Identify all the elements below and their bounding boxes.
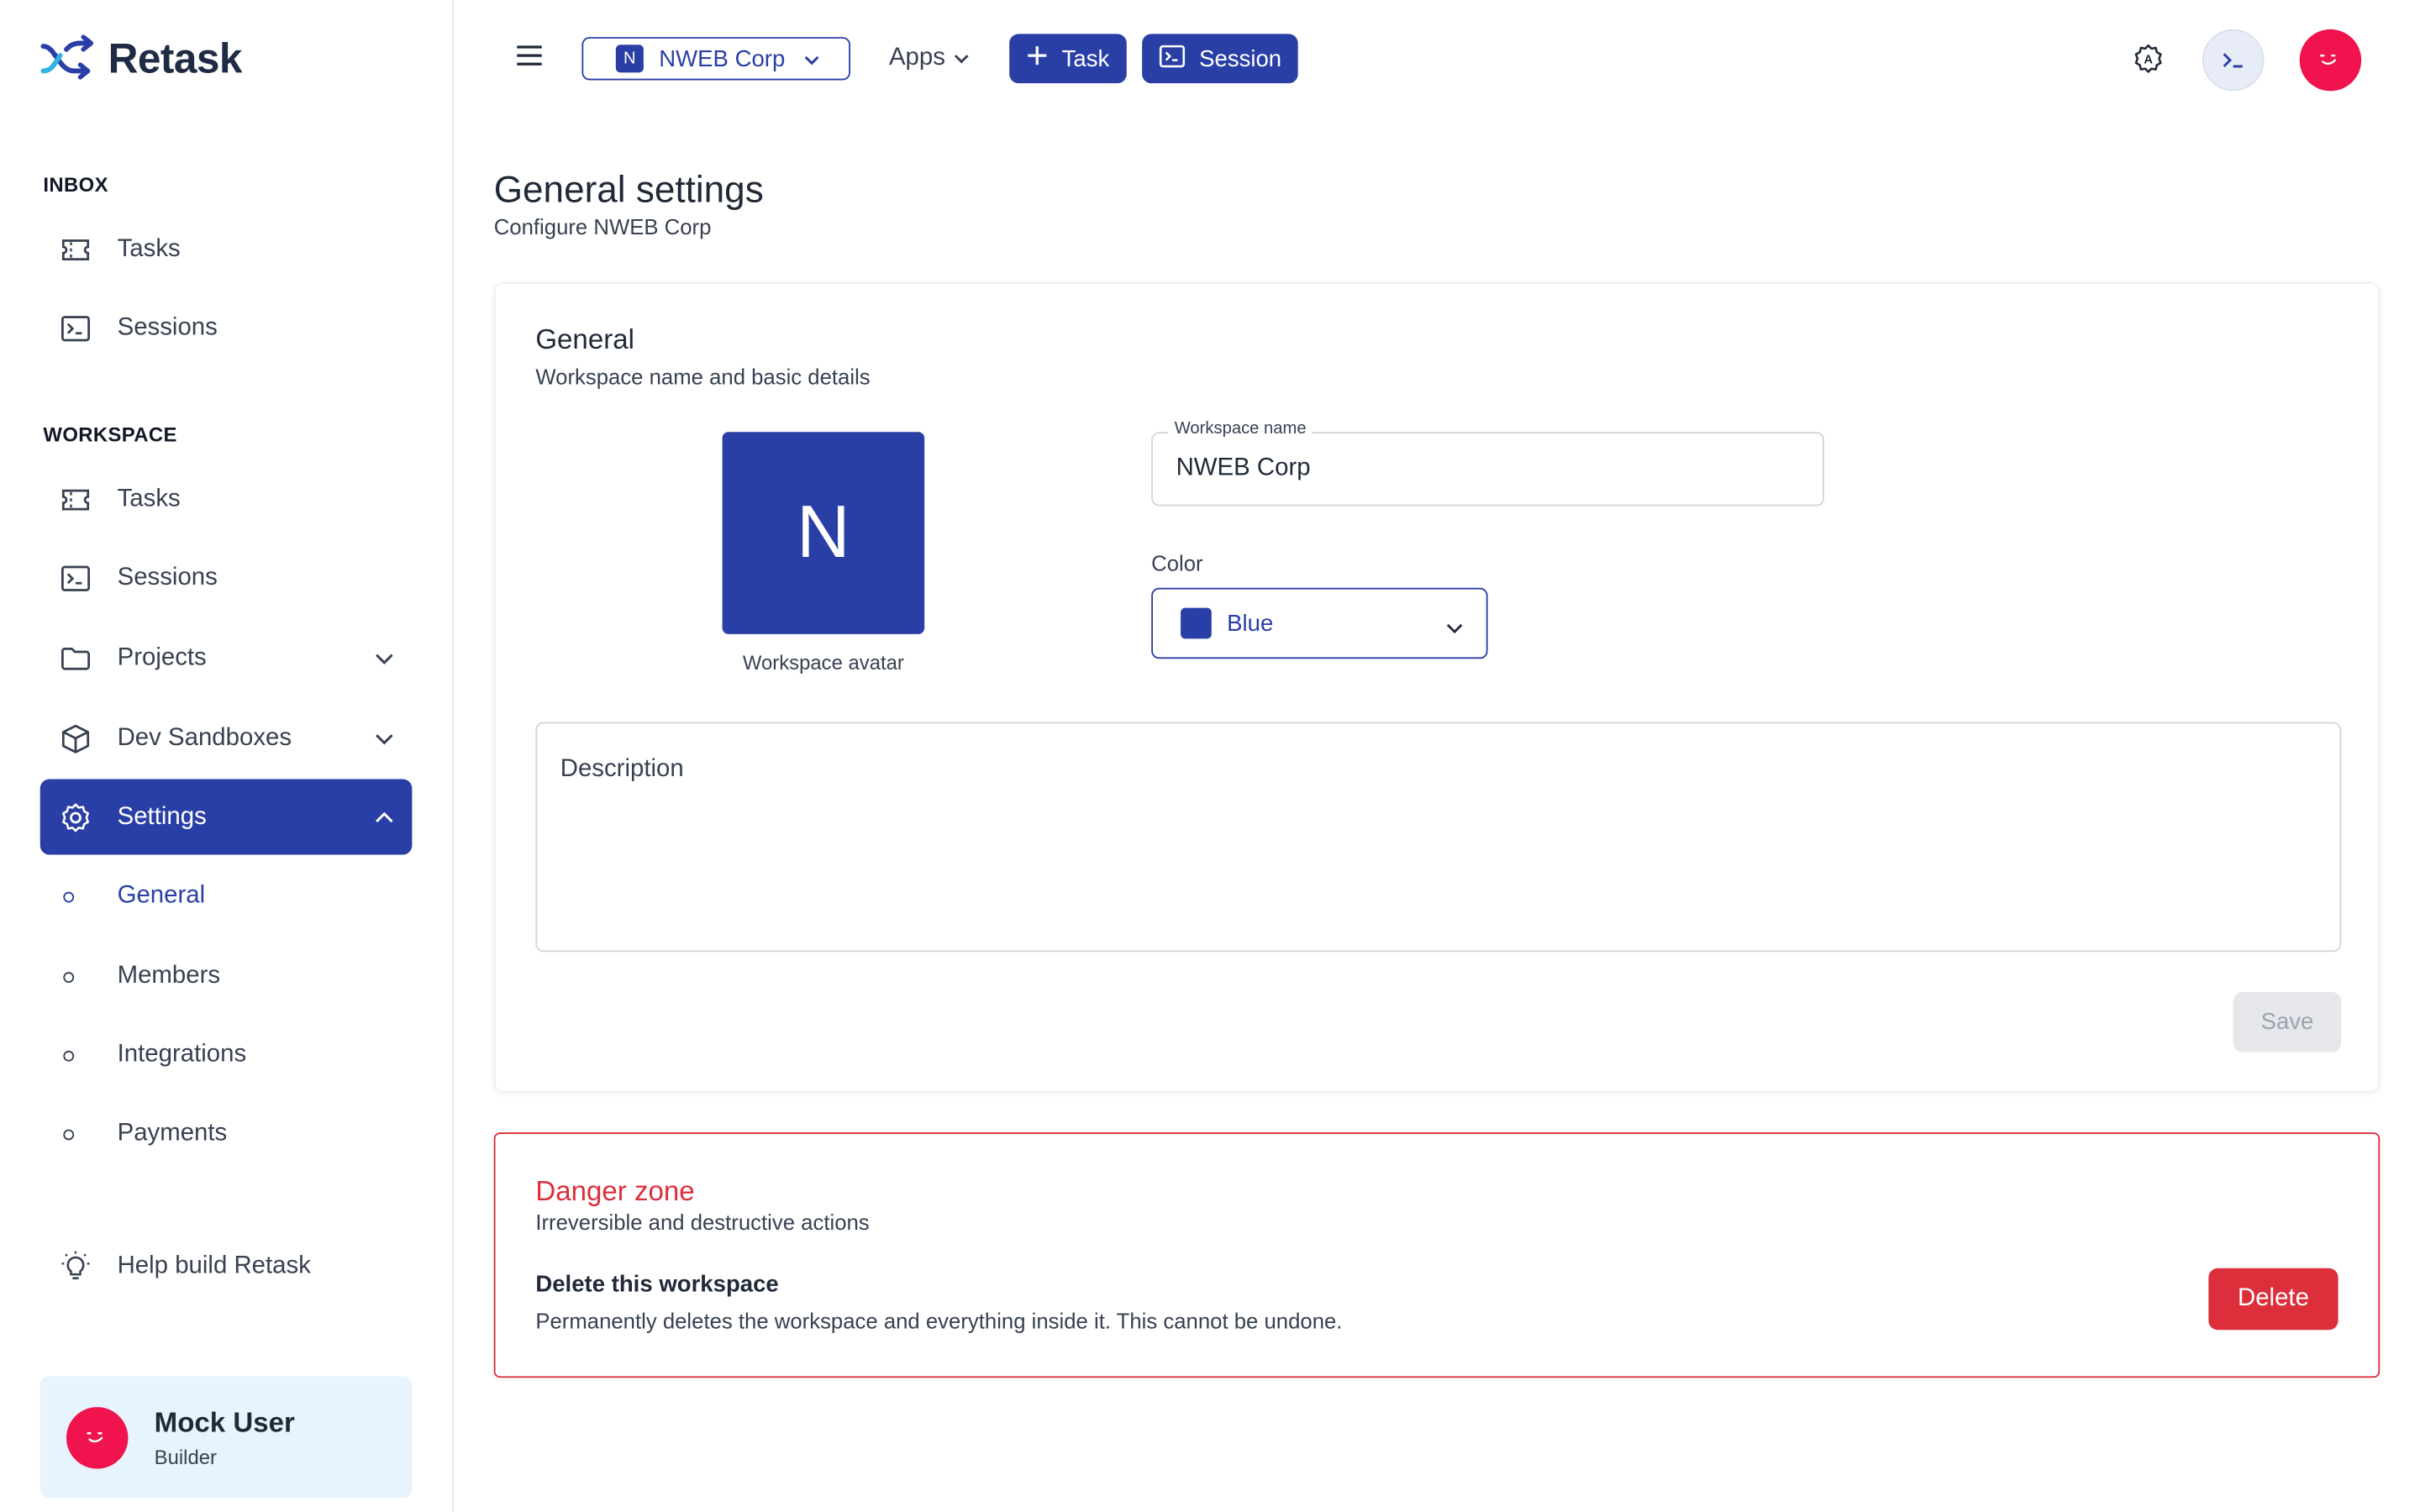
- new-task-label: Task: [1061, 45, 1110, 72]
- bullet-icon: [63, 971, 75, 983]
- description-placeholder: Description: [560, 755, 684, 783]
- topbar: N NWEB Corp Apps Task Session A: [454, 0, 2420, 120]
- plus-icon: [1026, 45, 1048, 72]
- svg-text:A: A: [2144, 53, 2153, 66]
- gear-icon: [59, 800, 92, 833]
- chevron-down-icon: [1446, 614, 1463, 640]
- sidebar: Retask INBOX Tasks Sessions WORKSPACE Ta…: [0, 0, 454, 1512]
- retask-logo-icon: [40, 34, 94, 80]
- ticket-icon: [59, 232, 92, 265]
- workspace-name: NWEB Corp: [659, 45, 786, 72]
- sidebar-subitem-label: Integrations: [117, 1041, 247, 1068]
- avatar-face-icon: [2320, 54, 2337, 65]
- admin-settings-icon[interactable]: A: [2133, 43, 2164, 74]
- inbox-section-label: INBOX: [43, 172, 108, 197]
- sidebar-subitem-general[interactable]: General: [40, 865, 413, 927]
- new-session-label: Session: [1199, 45, 1282, 72]
- terminal-prompt-icon: [2223, 53, 2243, 68]
- avatar: [66, 1406, 129, 1468]
- user-name: Mock User: [154, 1406, 295, 1437]
- delete-workspace-description: Permanently deletes the workspace and ev…: [535, 1308, 1343, 1333]
- workspace-switcher[interactable]: N NWEB Corp: [581, 37, 851, 81]
- page-subtitle: Configure NWEB Corp: [493, 214, 712, 239]
- sidebar-item-inbox-tasks[interactable]: Tasks: [40, 212, 413, 287]
- sidebar-subitem-label: Payments: [117, 1120, 228, 1147]
- sidebar-subitem-label: Members: [117, 963, 221, 990]
- user-role: Builder: [154, 1445, 217, 1468]
- sidebar-item-inbox-sessions[interactable]: Sessions: [40, 290, 413, 365]
- ticket-icon: [59, 482, 92, 516]
- user-card[interactable]: Mock User Builder: [39, 1376, 413, 1499]
- bullet-icon: [63, 1128, 75, 1140]
- sidebar-item-projects[interactable]: Projects: [40, 620, 413, 696]
- chevron-down-icon[interactable]: [375, 725, 393, 753]
- workspace-avatar[interactable]: N: [722, 432, 925, 634]
- new-task-button[interactable]: Task: [1009, 34, 1127, 84]
- new-session-button[interactable]: Session: [1142, 34, 1299, 84]
- workspace-section-label: WORKSPACE: [43, 423, 177, 446]
- save-button[interactable]: Save: [2233, 991, 2342, 1053]
- page-title: General settings: [493, 170, 764, 212]
- color-select[interactable]: Blue: [1151, 587, 1488, 659]
- color-swatch: [1181, 607, 1212, 639]
- chevron-down-icon: [955, 45, 970, 72]
- general-section-subtitle: Workspace name and basic details: [535, 364, 871, 389]
- chevron-up-icon[interactable]: [375, 804, 393, 832]
- workspace-badge: N: [615, 45, 644, 73]
- danger-zone-title: Danger zone: [535, 1175, 695, 1207]
- color-label: Color: [1151, 550, 1203, 576]
- general-settings-card: General Workspace name and basic details…: [493, 282, 2381, 1093]
- chevron-down-icon[interactable]: [375, 645, 393, 673]
- danger-zone-card: Danger zone Irreversible and destructive…: [493, 1132, 2381, 1378]
- sidebar-subitem-label: General: [117, 882, 206, 909]
- sidebar-item-settings[interactable]: Settings: [39, 779, 413, 855]
- danger-zone-subtitle: Irreversible and destructive actions: [535, 1209, 870, 1235]
- logo[interactable]: Retask: [40, 34, 242, 83]
- sidebar-item-dev-sandboxes[interactable]: Dev Sandboxes: [40, 701, 413, 776]
- chevron-down-icon: [803, 45, 818, 71]
- sidebar-subitem-members[interactable]: Members: [40, 946, 413, 1007]
- terminal-icon: [1159, 44, 1186, 73]
- sidebar-item-label: Tasks: [117, 235, 181, 262]
- folder-icon: [59, 641, 92, 675]
- sidebar-item-label: Settings: [117, 803, 207, 830]
- sidebar-item-label: Tasks: [117, 485, 181, 512]
- apps-menu[interactable]: Apps: [889, 45, 970, 72]
- apps-label: Apps: [888, 45, 945, 71]
- help-build-label: Help build Retask: [117, 1252, 311, 1278]
- help-build-link[interactable]: Help build Retask: [40, 1228, 413, 1304]
- sidebar-item-label: Sessions: [117, 564, 218, 591]
- workspace-name-label: Workspace name: [1168, 419, 1313, 438]
- workspace-avatar-label: Workspace avatar: [742, 651, 904, 675]
- sidebar-item-workspace-sessions[interactable]: Sessions: [40, 540, 413, 616]
- description-field[interactable]: Description: [535, 722, 2342, 953]
- menu-icon[interactable]: [515, 43, 543, 76]
- terminal-toggle-button[interactable]: [2202, 29, 2265, 92]
- sidebar-subitem-integrations[interactable]: Integrations: [40, 1025, 413, 1086]
- sidebar-item-label: Projects: [117, 643, 207, 671]
- sidebar-item-label: Dev Sandboxes: [117, 724, 292, 751]
- sidebar-subitem-payments[interactable]: Payments: [40, 1103, 413, 1164]
- delete-button[interactable]: Delete: [2208, 1268, 2338, 1331]
- user-avatar-menu[interactable]: [2299, 29, 2362, 92]
- app-name: Retask: [108, 34, 243, 81]
- sidebar-item-workspace-tasks[interactable]: Tasks: [40, 461, 413, 537]
- color-value: Blue: [1227, 610, 1274, 637]
- general-section-title: General: [535, 323, 634, 355]
- cube-icon: [59, 722, 92, 755]
- terminal-icon: [59, 561, 92, 595]
- workspace-name-field[interactable]: Workspace name NWEB Corp: [1151, 419, 1824, 507]
- sidebar-item-label: Sessions: [117, 313, 218, 340]
- workspace-name-value: NWEB Corp: [1176, 454, 1311, 482]
- lightbulb-icon: [59, 1249, 92, 1283]
- bullet-icon: [63, 1049, 75, 1061]
- delete-workspace-title: Delete this workspace: [535, 1271, 779, 1298]
- bullet-icon: [63, 890, 75, 902]
- terminal-icon: [59, 311, 92, 344]
